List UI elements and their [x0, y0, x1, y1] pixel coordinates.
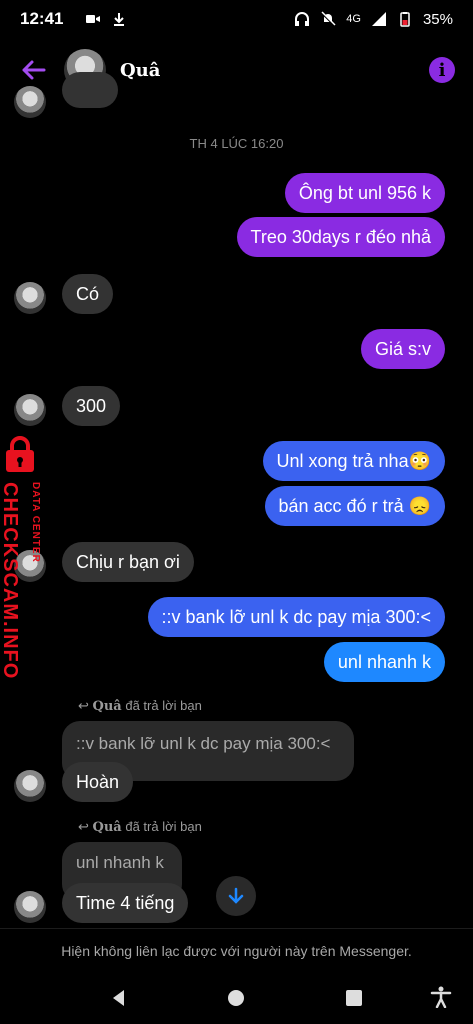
nav-back-icon[interactable]: [109, 988, 129, 1008]
signal-icon: [371, 12, 386, 26]
mute-bell-icon: [320, 11, 336, 27]
message-bubble-partial: [62, 72, 118, 108]
quoted-text: ::v bank lỡ unl k dc pay mịa 300:<: [76, 734, 331, 753]
nav-home-icon[interactable]: [226, 988, 246, 1008]
watermark-brand: CHECKSCAM.INFO: [0, 482, 21, 680]
reply-author: Quâ: [92, 699, 122, 714]
message-list[interactable]: TH 4 LÚC 16:20 Ông bt unl 956 k Treo 30d…: [0, 72, 473, 928]
date-divider: TH 4 LÚC 16:20: [189, 136, 284, 151]
contact-mini-avatar: [14, 891, 46, 923]
contact-mini-avatar: [14, 394, 46, 426]
contact-name[interactable]: Quâ: [120, 60, 160, 81]
battery-icon: [400, 12, 410, 27]
back-arrow-icon[interactable]: [18, 55, 48, 85]
outgoing-message[interactable]: Treo 30days r đéo nhả: [236, 217, 445, 257]
accessibility-icon[interactable]: [430, 986, 452, 1008]
incoming-message[interactable]: Chịu r bạn ơi: [62, 542, 194, 582]
quoted-text: unl nhanh k: [76, 853, 164, 872]
outgoing-message[interactable]: bán acc đó r trả 😞: [264, 486, 445, 526]
reply-label-text: đã trả lời bạn: [125, 819, 202, 834]
battery-percent: 35%: [422, 10, 453, 28]
reply-header: ↩ Quâ đã trả lời bạn: [78, 819, 202, 835]
contact-mini-avatar: [14, 282, 46, 314]
status-time: 12:41: [20, 9, 64, 28]
nav-recents-icon[interactable]: [344, 988, 364, 1008]
network-type: 4G: [346, 13, 361, 25]
reply-header: ↩ Quâ đã trả lời bạn: [78, 698, 202, 714]
outgoing-message[interactable]: ::v bank lỡ unl k dc pay mịa 300:<: [147, 597, 445, 637]
arrow-down-icon: [228, 887, 244, 904]
outgoing-message[interactable]: unl nhanh k: [323, 642, 445, 682]
info-icon[interactable]: i: [429, 57, 455, 83]
incoming-message[interactable]: Có: [62, 274, 114, 314]
contact-mini-avatar: [14, 770, 46, 802]
reply-author: Quâ: [92, 820, 122, 835]
system-nav-bar: [0, 972, 473, 1024]
incoming-message[interactable]: Time 4 tiếng: [62, 883, 189, 923]
unavailable-notice: Hiện không liên lạc được với người này t…: [0, 928, 473, 972]
reply-arrow-icon: ↩: [78, 819, 89, 834]
incoming-message[interactable]: 300: [62, 386, 121, 426]
outgoing-message[interactable]: Ông bt unl 956 k: [284, 173, 445, 213]
contact-mini-avatar: [14, 86, 46, 118]
headphones-icon: [295, 12, 310, 26]
incoming-message[interactable]: Hoàn: [62, 762, 134, 802]
reply-label-text: đã trả lời bạn: [125, 698, 202, 713]
watermark-sub: DATA CENTER: [30, 482, 41, 563]
video-call-icon: [86, 15, 101, 23]
reply-arrow-icon: ↩: [78, 698, 89, 713]
scroll-to-bottom-button[interactable]: [216, 876, 256, 916]
status-bar: 12:41 4G 35%: [0, 0, 473, 38]
outgoing-message[interactable]: Unl xong trả nha😳: [262, 441, 445, 481]
watermark: CHECKSCAM.INFO DATA CENTER: [0, 436, 56, 679]
outgoing-message[interactable]: Giá s:v: [360, 329, 445, 369]
download-icon: [114, 13, 125, 26]
